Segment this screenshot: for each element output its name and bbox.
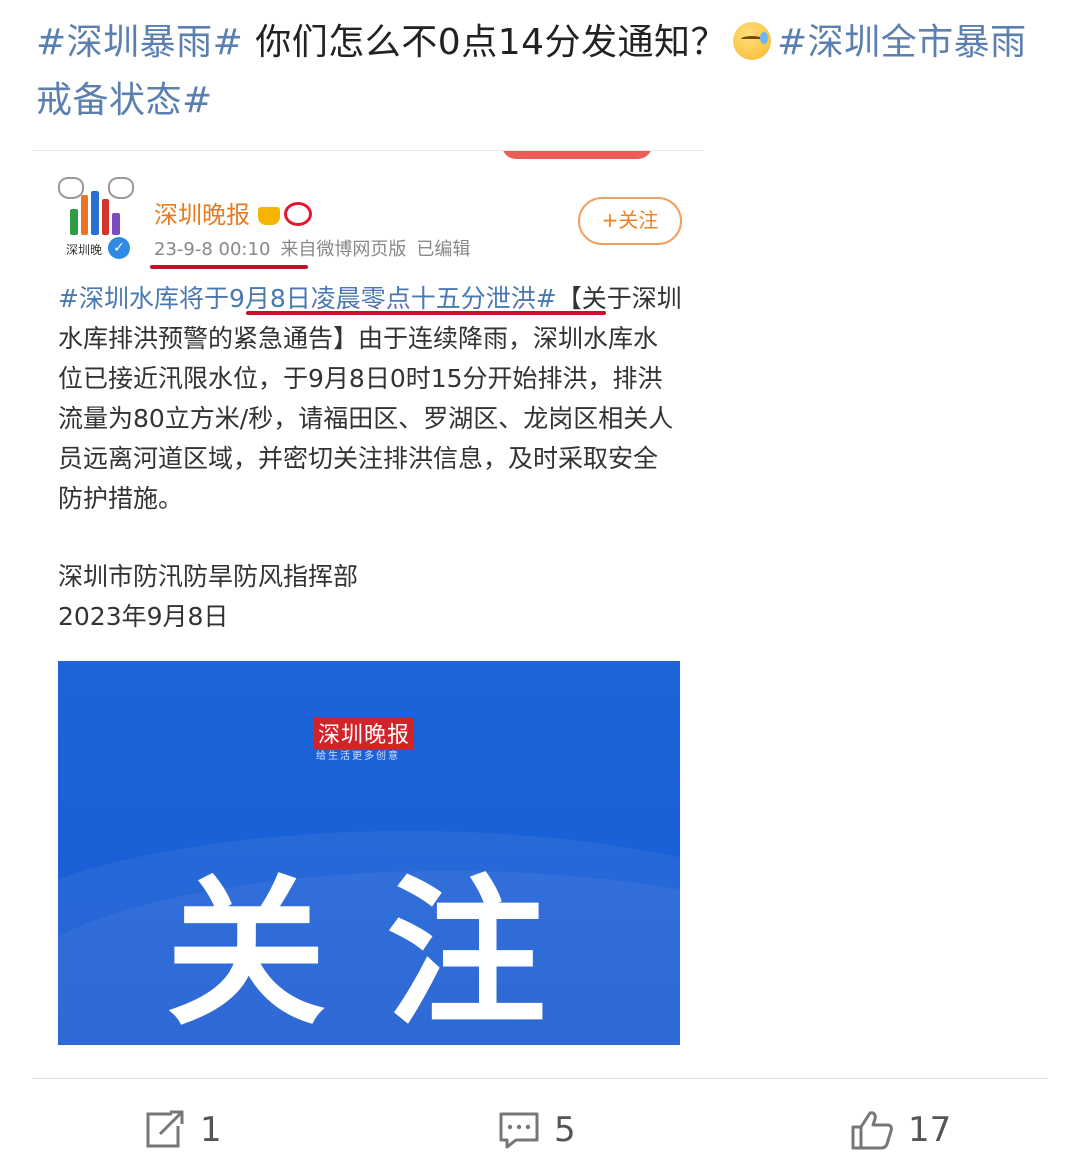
- weibo-eye-icon: [284, 202, 312, 226]
- signature-org: 深圳市防汛防旱防风指挥部: [58, 562, 359, 591]
- attached-image[interactable]: 深圳晚报 给生活更多创意 关注: [58, 661, 680, 1045]
- avatar-caption: 深圳晚: [66, 243, 103, 257]
- follow-button[interactable]: +关注: [578, 197, 682, 245]
- avatar[interactable]: 深圳晚 ✓: [56, 177, 136, 261]
- account-name[interactable]: 深圳晚报: [154, 195, 312, 230]
- newspaper-logo-icon: [70, 191, 120, 235]
- comment-icon: [499, 1112, 539, 1149]
- post-timestamp[interactable]: 23-9-8 00:10: [154, 239, 270, 260]
- topic-red-underline: [246, 311, 606, 315]
- timestamp-red-underline: [150, 265, 308, 269]
- newspaper-slogan: 给生活更多创意: [316, 751, 400, 762]
- repost-button[interactable]: 1: [142, 1100, 222, 1160]
- comment-count: 5: [554, 1110, 576, 1150]
- repost-icon: [146, 1110, 184, 1148]
- edited-label: 已编辑: [416, 239, 471, 260]
- verified-badge-icon: ✓: [108, 237, 130, 259]
- like-count: 17: [908, 1110, 952, 1150]
- sweat-face-emoji-icon: [733, 22, 772, 60]
- post-body: 你们怎么不0点14分发通知？: [243, 22, 728, 63]
- like-button[interactable]: 17: [850, 1100, 951, 1160]
- comment-button[interactable]: 5: [498, 1100, 576, 1160]
- signature-date: 2023年9月8日: [58, 602, 229, 631]
- action-bar: 1 5 17: [0, 1100, 1080, 1160]
- post-text: #深圳暴雨# 你们怎么不0点14分发通知？ #深圳全市暴雨戒备状态#: [36, 14, 1046, 130]
- embedded-body-text: 【关于深圳水库排洪预警的紧急通告】由于连续降雨，深圳水库水位已接近汛限水位，于9…: [58, 284, 682, 513]
- red-mark: [502, 151, 652, 159]
- repost-count: 1: [200, 1110, 222, 1150]
- action-divider: [32, 1078, 1048, 1079]
- signature: 深圳市防汛防旱防风指挥部 2023年9月8日: [58, 557, 358, 637]
- crown-badge-icon: [258, 207, 280, 225]
- topic-link[interactable]: #深圳水库将于9月8日凌晨零点十五分泄洪#: [58, 284, 557, 313]
- thumbs-up-icon: [851, 1111, 893, 1150]
- embedded-screenshot[interactable]: 深圳晚 ✓ 深圳晚报 23-9-8 00:10 来自微博网页版 已编辑 +关注 #深…: [32, 150, 704, 1047]
- newspaper-logo: 深圳晚报: [314, 717, 415, 749]
- embedded-body: #深圳水库将于9月8日凌晨零点十五分泄洪#【关于深圳水库排洪预警的紧急通告】由于…: [58, 279, 682, 519]
- account-name-text[interactable]: 深圳晚报: [154, 201, 250, 229]
- image-headline: 关注: [166, 860, 607, 1045]
- post-source: 来自微博网页版: [280, 239, 407, 260]
- hashtag-shenzhen-rainstorm[interactable]: #深圳暴雨#: [36, 22, 243, 63]
- post-meta: 23-9-8 00:10 来自微博网页版 已编辑: [154, 235, 470, 261]
